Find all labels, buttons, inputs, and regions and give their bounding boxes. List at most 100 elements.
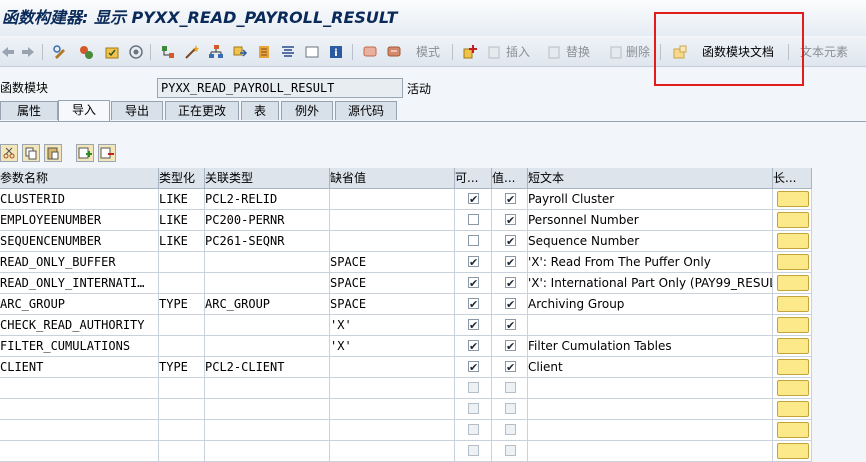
optional-checkbox[interactable] (468, 274, 479, 293)
col-header-pass-value[interactable]: 值... (492, 168, 528, 189)
long-text-button[interactable] (777, 401, 809, 417)
table-row[interactable] (0, 441, 812, 462)
cell-typing[interactable] (159, 273, 205, 294)
col-header-default-value[interactable]: 缺省值 (330, 168, 455, 189)
cell-parameter-name[interactable]: CLIENT (0, 357, 159, 378)
long-text-button[interactable] (777, 422, 809, 438)
cell-parameter-name[interactable]: EMPLOYEENUMBER (0, 210, 159, 231)
long-text-button[interactable] (777, 254, 809, 270)
cell-typing[interactable]: LIKE (159, 210, 205, 231)
long-text-button[interactable] (777, 443, 809, 459)
cell-parameter-name[interactable] (0, 399, 159, 420)
activate-icon[interactable] (128, 44, 144, 60)
long-text-button[interactable] (777, 191, 809, 207)
col-header-typing[interactable]: 类型化 (159, 168, 205, 189)
hierarchy-icon[interactable] (208, 44, 224, 60)
pass-value-checkbox[interactable] (505, 295, 516, 314)
table-row[interactable]: SEQUENCENUMBERLIKEPC261-SEQNR Sequence Nu… (0, 231, 812, 252)
cell-associated-type[interactable]: PCL2-CLIENT (205, 357, 330, 378)
cell-default-value[interactable]: 'X' (330, 315, 455, 336)
optional-checkbox[interactable] (468, 403, 479, 414)
table-row[interactable]: EMPLOYEENUMBERLIKEPC200-PERNR Personnel N… (0, 210, 812, 231)
col-header-parameter-name[interactable]: 参数名称 (0, 168, 159, 189)
cell-associated-type[interactable] (205, 336, 330, 357)
pass-value-checkbox[interactable] (505, 337, 516, 356)
cell-short-text[interactable]: 'X': International Part Only (PAY99_RESU… (528, 273, 773, 294)
cell-short-text[interactable]: Archiving Group (528, 294, 773, 315)
cell-parameter-name[interactable]: CLUSTERID (0, 189, 159, 210)
cell-short-text[interactable]: Personnel Number (528, 210, 773, 231)
cell-short-text[interactable]: Filter Cumulation Tables (528, 336, 773, 357)
tab-changing[interactable]: 正在更改 (165, 101, 239, 120)
cell-default-value[interactable]: SPACE (330, 273, 455, 294)
col-header-short-text[interactable]: 短文本 (528, 168, 773, 189)
pattern-icon[interactable] (362, 44, 378, 60)
cell-short-text[interactable]: Payroll Cluster (528, 189, 773, 210)
frame-icon[interactable] (304, 44, 320, 60)
text-elements-button[interactable]: 文本元素 (800, 38, 848, 66)
copy-button[interactable] (22, 144, 40, 162)
tab-import[interactable]: 导入 (58, 100, 110, 121)
cell-short-text[interactable]: Client (528, 357, 773, 378)
cell-associated-type[interactable] (205, 420, 330, 441)
pass-value-checkbox[interactable] (505, 211, 516, 230)
long-text-button[interactable] (777, 338, 809, 354)
cell-associated-type[interactable] (205, 399, 330, 420)
cell-typing[interactable]: TYPE (159, 294, 205, 315)
pass-value-checkbox[interactable] (505, 232, 516, 251)
table-row[interactable]: CLIENTTYPEPCL2-CLIENT Client (0, 357, 812, 378)
cell-short-text[interactable] (528, 399, 773, 420)
cell-parameter-name[interactable]: SEQUENCENUMBER (0, 231, 159, 252)
wand-icon[interactable] (184, 44, 200, 60)
long-text-button[interactable] (777, 380, 809, 396)
cell-parameter-name[interactable]: CHECK_READ_AUTHORITY (0, 315, 159, 336)
optional-checkbox[interactable] (468, 382, 479, 393)
cell-short-text[interactable]: Sequence Number (528, 231, 773, 252)
optional-checkbox[interactable] (468, 424, 479, 435)
cell-default-value[interactable] (330, 399, 455, 420)
pass-value-checkbox[interactable] (505, 316, 516, 335)
cell-associated-type[interactable] (205, 273, 330, 294)
long-text-button[interactable] (777, 296, 809, 312)
table-row[interactable] (0, 399, 812, 420)
insert-button[interactable]: 插入 (506, 38, 530, 66)
table-row[interactable]: ARC_GROUPTYPEARC_GROUPSPACEArchiving Gro… (0, 294, 812, 315)
cell-parameter-name[interactable]: FILTER_CUMULATIONS (0, 336, 159, 357)
optional-checkbox[interactable] (468, 295, 479, 314)
cell-associated-type[interactable] (205, 378, 330, 399)
cell-typing[interactable] (159, 336, 205, 357)
optional-checkbox[interactable] (468, 253, 479, 272)
cell-default-value[interactable] (330, 357, 455, 378)
table-row[interactable] (0, 420, 812, 441)
insert-icon[interactable] (462, 44, 478, 60)
cell-typing[interactable] (159, 378, 205, 399)
align-icon[interactable] (280, 44, 296, 60)
forward-icon[interactable] (20, 44, 36, 60)
optional-checkbox[interactable] (468, 190, 479, 209)
table-row[interactable]: CLUSTERIDLIKEPCL2-RELID Payroll Cluster (0, 189, 812, 210)
pass-value-checkbox[interactable] (505, 190, 516, 209)
tab-exceptions[interactable]: 例外 (281, 101, 333, 120)
tab-attributes[interactable]: 属性 (0, 101, 58, 120)
cell-associated-type[interactable] (205, 441, 330, 462)
optional-checkbox[interactable] (468, 445, 479, 456)
cell-short-text[interactable] (528, 315, 773, 336)
cell-associated-type[interactable] (205, 252, 330, 273)
pattern-button[interactable]: 模式 (416, 38, 440, 66)
pass-value-checkbox[interactable] (505, 424, 516, 435)
cut-button[interactable] (0, 144, 18, 162)
cell-short-text[interactable] (528, 378, 773, 399)
optional-checkbox[interactable] (468, 214, 479, 225)
info-icon[interactable]: i (328, 44, 344, 60)
cell-associated-type[interactable]: ARC_GROUP (205, 294, 330, 315)
cell-parameter-name[interactable] (0, 441, 159, 462)
cell-associated-type[interactable] (205, 315, 330, 336)
cell-associated-type[interactable]: PC200-PERNR (205, 210, 330, 231)
cell-short-text[interactable]: 'X': Read From The Puffer Only (528, 252, 773, 273)
cell-parameter-name[interactable]: ARC_GROUP (0, 294, 159, 315)
optional-checkbox[interactable] (468, 316, 479, 335)
table-row[interactable]: READ_ONLY_BUFFER SPACE 'X': Read From The … (0, 252, 812, 273)
cell-typing[interactable] (159, 399, 205, 420)
pass-value-checkbox[interactable] (505, 358, 516, 377)
cell-default-value[interactable] (330, 420, 455, 441)
